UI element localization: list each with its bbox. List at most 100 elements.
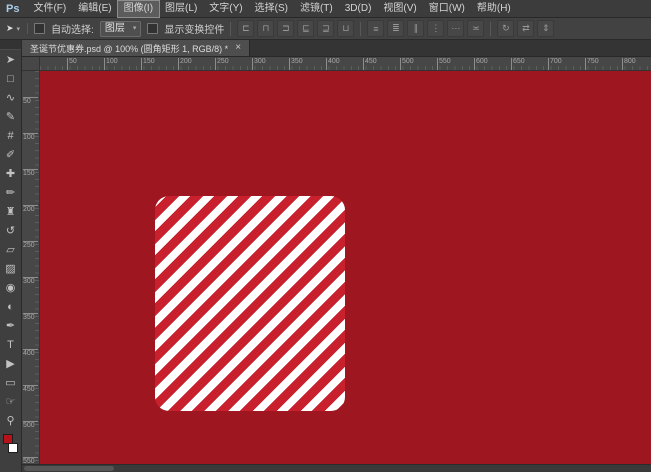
app-logo: Ps (0, 3, 27, 15)
menu-bar: Ps 文件(F)编辑(E)图像(I)图层(L)文字(Y)选择(S)滤镜(T)3D… (0, 0, 651, 18)
ruler-label: 500 (23, 421, 38, 429)
ruler-label: 100 (104, 58, 118, 70)
ruler-label: 600 (474, 58, 488, 70)
align-right-edges-icon[interactable]: ⊐ (277, 20, 294, 37)
document-tab-title: 圣诞节优惠券.psd @ 100% (圆角矩形 1, RGB/8) * (30, 42, 228, 55)
move-tool-icon[interactable]: ➤ (0, 50, 21, 69)
ruler-label: 150 (23, 169, 38, 177)
menu-item[interactable]: 文件(F) (27, 1, 72, 17)
align-left-edges-icon[interactable]: ⊏ (237, 20, 254, 37)
align-bottom-edges-icon[interactable]: ⊔ (337, 20, 354, 37)
menu-item[interactable]: 3D(D) (339, 1, 378, 17)
auto-align-layers-icon[interactable]: ↻ (497, 20, 514, 37)
document-tab-bar: 圣诞节优惠券.psd @ 100% (圆角矩形 1, RGB/8) * × (22, 40, 651, 57)
ruler-label: 50 (23, 97, 38, 105)
foreground-color-swatch[interactable] (3, 434, 13, 444)
lasso-tool-icon[interactable]: ∿ (0, 88, 21, 107)
auto-select-label: 自动选择: (51, 21, 94, 36)
ruler-label: 50 (67, 58, 77, 70)
gradient-tool-icon[interactable]: ▨ (0, 259, 21, 278)
history-brush-tool-icon[interactable]: ↺ (0, 221, 21, 240)
menu-item[interactable]: 图像(I) (118, 1, 159, 17)
distribute-bottom-edges-icon[interactable]: ∥ (407, 20, 424, 37)
ruler-label: 400 (326, 58, 340, 70)
chevron-down-icon: ▾ (133, 23, 137, 35)
horizontal-ruler: 5010015020025030035040045050055060065070… (40, 57, 651, 71)
distribute-right-edges-icon[interactable]: ≍ (467, 20, 484, 37)
color-swatches (0, 433, 21, 457)
ruler-label: 750 (585, 58, 599, 70)
zoom-tool-icon[interactable]: ⚲ (0, 411, 21, 430)
dodge-tool-icon[interactable]: ◐ (0, 297, 21, 316)
auto-select-target-value: 图层 (105, 23, 125, 35)
horizontal-scrollbar-thumb[interactable] (24, 466, 114, 471)
distribute-vertical-centers-icon[interactable]: ≣ (387, 20, 404, 37)
menu-item[interactable]: 文字(Y) (203, 1, 248, 17)
pen-tool-icon[interactable]: ✒ (0, 316, 21, 335)
distribute-top-edges-icon[interactable]: ≡ (367, 20, 384, 37)
align-horizontal-centers-icon[interactable]: ⊓ (257, 20, 274, 37)
clone-stamp-tool-icon[interactable]: ♜ (0, 202, 21, 221)
brush-tool-icon[interactable]: ✏ (0, 183, 21, 202)
eyedropper-tool-icon[interactable]: ✐ (0, 145, 21, 164)
menu-item[interactable]: 编辑(E) (72, 1, 117, 17)
ruler-label: 250 (23, 241, 38, 249)
separator (360, 22, 361, 36)
ruler-label: 700 (548, 58, 562, 70)
close-icon[interactable]: × (235, 43, 241, 53)
ruler-label: 800 (622, 58, 636, 70)
ruler-label: 450 (363, 58, 377, 70)
ruler-label: 550 (437, 58, 451, 70)
tools-panel: ➤□∿✎#✐✚✏♜↺▱▨◉◐✒T▶▭☞⚲ (0, 40, 22, 472)
eraser-tool-icon[interactable]: ▱ (0, 240, 21, 259)
separator (230, 22, 231, 36)
ruler-label: 450 (23, 385, 38, 393)
ruler-label: 300 (23, 277, 38, 285)
type-tool-icon[interactable]: T (0, 335, 21, 354)
canvas[interactable] (40, 71, 651, 464)
rectangular-marquee-tool-icon[interactable]: □ (0, 69, 21, 88)
distribute-horizontal-centers-icon[interactable]: ⋯ (447, 20, 464, 37)
ruler-label: 250 (215, 58, 229, 70)
striped-shape[interactable] (155, 196, 345, 411)
ruler-label: 400 (23, 349, 38, 357)
crop-tool-icon[interactable]: # (0, 126, 21, 145)
blur-tool-icon[interactable]: ◉ (0, 278, 21, 297)
options-bar: ➤ ▾ 自动选择: 图层 ▾ 显示变换控件 ⊏⊓⊐⊑⊒⊔ ≡≣∥⋮⋯≍ ↻⇄⇕ (0, 18, 651, 40)
tools-panel-header[interactable] (0, 40, 21, 50)
auto-select-target-dropdown[interactable]: 图层 ▾ (100, 21, 142, 37)
status-bar (22, 464, 651, 472)
document-tab[interactable]: 圣诞节优惠券.psd @ 100% (圆角矩形 1, RGB/8) * × (22, 40, 250, 56)
show-transform-label: 显示变换控件 (164, 21, 224, 36)
menu-item[interactable]: 选择(S) (249, 1, 294, 17)
background-color-swatch[interactable] (8, 443, 18, 453)
tool-list: ➤□∿✎#✐✚✏♜↺▱▨◉◐✒T▶▭☞⚲ (0, 50, 21, 430)
menu-item[interactable]: 图层(L) (159, 1, 203, 17)
menu-items: 文件(F)编辑(E)图像(I)图层(L)文字(Y)选择(S)滤镜(T)3D(D)… (27, 0, 516, 17)
distribute-left-edges-icon[interactable]: ⋮ (427, 20, 444, 37)
auto-select-checkbox[interactable] (34, 23, 45, 34)
3d-mode-drag-icon[interactable]: ⇄ (517, 20, 534, 37)
align-vertical-centers-icon[interactable]: ⊒ (317, 20, 334, 37)
ruler-label: 100 (23, 133, 38, 141)
ruler-origin-corner[interactable] (22, 57, 40, 71)
3d-mode-scale-icon[interactable]: ⇕ (537, 20, 554, 37)
menu-item[interactable]: 窗口(W) (423, 1, 471, 17)
ruler-label: 350 (289, 58, 303, 70)
menu-item[interactable]: 视图(V) (377, 1, 422, 17)
move-tool-preset-icon: ➤ (6, 23, 14, 34)
show-transform-checkbox[interactable] (147, 23, 158, 34)
tool-preset-picker[interactable]: ➤ ▾ (6, 23, 28, 34)
ruler-label: 550 (23, 457, 38, 464)
spot-healing-brush-tool-icon[interactable]: ✚ (0, 164, 21, 183)
path-selection-tool-icon[interactable]: ▶ (0, 354, 21, 373)
quick-selection-tool-icon[interactable]: ✎ (0, 107, 21, 126)
ruler-label: 200 (178, 58, 192, 70)
ruler-label: 200 (23, 205, 38, 213)
menu-item[interactable]: 帮助(H) (471, 1, 517, 17)
ruler-label: 500 (400, 58, 414, 70)
menu-item[interactable]: 滤镜(T) (294, 1, 339, 17)
shape-tool-icon[interactable]: ▭ (0, 373, 21, 392)
align-top-edges-icon[interactable]: ⊑ (297, 20, 314, 37)
hand-tool-icon[interactable]: ☞ (0, 392, 21, 411)
